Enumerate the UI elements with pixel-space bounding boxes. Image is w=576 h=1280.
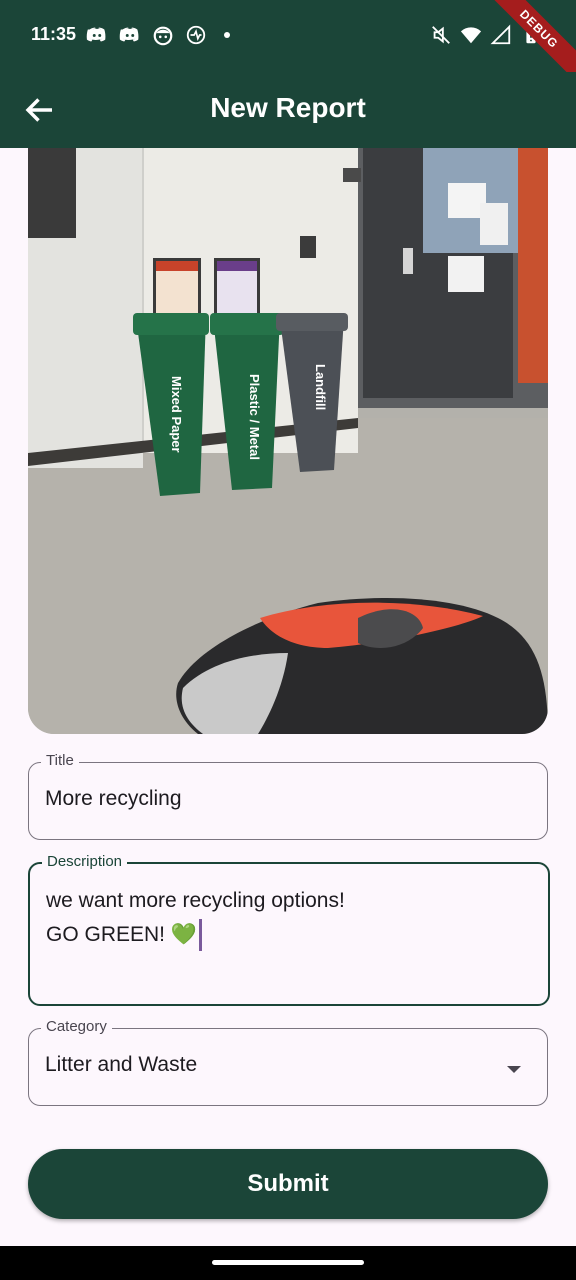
description-line-1: we want more recycling options! — [46, 889, 345, 912]
bin-label-landfill: Landfill — [313, 364, 328, 410]
status-time: 11:35 — [31, 24, 77, 44]
report-photo: Mixed Paper Plastic / Metal Landfill — [28, 148, 548, 734]
description-line-2: GO GREEN! 💚 — [46, 923, 197, 946]
discord-icon — [86, 27, 106, 42]
dot-icon — [224, 32, 230, 38]
bin-label-paper: Mixed Paper — [169, 376, 184, 453]
title-field[interactable]: Title More recycling — [28, 752, 548, 840]
submit-button[interactable]: Submit — [28, 1149, 548, 1219]
page-title: New Report — [210, 92, 366, 123]
category-dropdown-value: Litter and Waste — [45, 1053, 198, 1076]
home-indicator[interactable] — [212, 1260, 364, 1265]
description-field[interactable]: Description we want more recycling optio… — [28, 853, 550, 1006]
description-field-value: we want more recycling options! GO GREEN… — [46, 884, 345, 952]
navigation-bar — [0, 1246, 576, 1280]
category-dropdown[interactable]: Category Litter and Waste — [28, 1018, 548, 1106]
discord-icon — [119, 27, 139, 42]
description-field-label: Description — [42, 853, 128, 870]
app-bar: New Report — [0, 72, 576, 148]
mute-icon — [432, 26, 450, 44]
signal-icon — [490, 24, 511, 45]
title-field-value: More recycling — [45, 787, 182, 810]
bin-label-plastic: Plastic / Metal — [247, 374, 262, 460]
text-cursor — [199, 919, 202, 952]
dropdown-arrow-icon[interactable] — [505, 1064, 523, 1074]
wifi-icon — [460, 27, 482, 44]
category-dropdown-label: Category — [41, 1018, 112, 1035]
sync-icon — [186, 25, 206, 45]
title-field-label: Title — [41, 752, 79, 769]
app-face-icon — [153, 26, 173, 46]
description-line-2-row: GO GREEN! 💚 — [46, 918, 345, 952]
notification-icons — [86, 24, 230, 46]
status-bar: 11:35 DEBUG — [0, 0, 576, 90]
